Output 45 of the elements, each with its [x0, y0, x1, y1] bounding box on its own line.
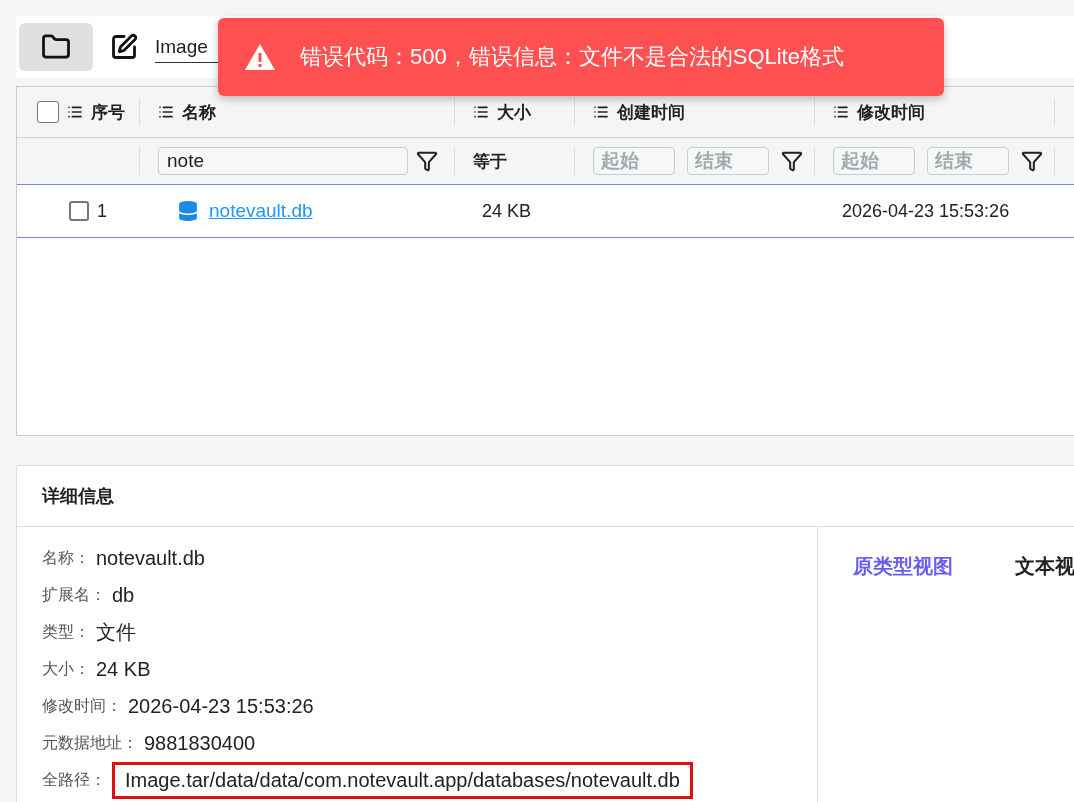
table-cell: 2026-04-23 15:53:26: [842, 200, 1010, 222]
field-label: 扩展名：: [42, 584, 106, 605]
folder-button[interactable]: [19, 23, 93, 71]
start-field[interactable]: 起始: [833, 147, 915, 175]
field-value: notevault.db: [96, 546, 205, 570]
select-all-checkbox[interactable]: [37, 101, 59, 123]
field-value: 文件: [96, 619, 136, 645]
start-field[interactable]: 起始: [593, 147, 675, 175]
filter-label: 等于: [473, 150, 507, 173]
filter-field[interactable]: note: [158, 147, 408, 175]
list-icon: [67, 104, 83, 120]
field-value: db: [112, 583, 135, 607]
warning-icon: [244, 43, 276, 71]
end-field[interactable]: 结束: [927, 147, 1009, 175]
end-field[interactable]: 结束: [687, 147, 769, 175]
column-header: 创建时间: [617, 101, 685, 124]
list-icon: [158, 104, 174, 120]
field-label: 全路径：: [42, 769, 106, 790]
error-message: 错误代码：500，错误信息：文件不是合法的SQLite格式: [300, 43, 844, 71]
field-value: 9881830400: [144, 731, 256, 755]
column-header: 大小: [497, 101, 531, 124]
column-header: 修改时间: [857, 101, 925, 124]
column-header: 序号: [91, 101, 125, 124]
filter-icon[interactable]: [781, 150, 803, 172]
column-header: 名称: [182, 101, 216, 124]
field-value: 2026-04-23 15:53:26: [128, 694, 314, 718]
field-value: Image.tar/data/data/com.notevault.app/databases/notevault.db: [112, 761, 693, 799]
field-label: 类型：: [42, 621, 90, 642]
details-title: 详细信息: [42, 485, 114, 508]
table-cell: 1: [97, 200, 107, 222]
list-icon: [833, 104, 849, 120]
field-label: 名称：: [42, 547, 90, 568]
row-checkbox[interactable]: [69, 201, 89, 221]
pen-icon: [110, 33, 138, 61]
filter-icon[interactable]: [1021, 150, 1043, 172]
field-label: 大小：: [42, 658, 90, 679]
table-row[interactable]: 1 notevault.db 24 KB 2026-04-23 15:53:26: [17, 185, 1074, 238]
view-tab[interactable]: 原类型视图: [853, 553, 953, 580]
field-value: 24 KB: [96, 657, 151, 681]
field-label: 元数据地址：: [42, 732, 138, 753]
field-label: 修改时间：: [42, 695, 122, 716]
filter-icon[interactable]: [416, 150, 438, 172]
list-icon: [593, 104, 609, 120]
table-cell: 24 KB: [482, 200, 532, 222]
list-icon: [473, 104, 489, 120]
